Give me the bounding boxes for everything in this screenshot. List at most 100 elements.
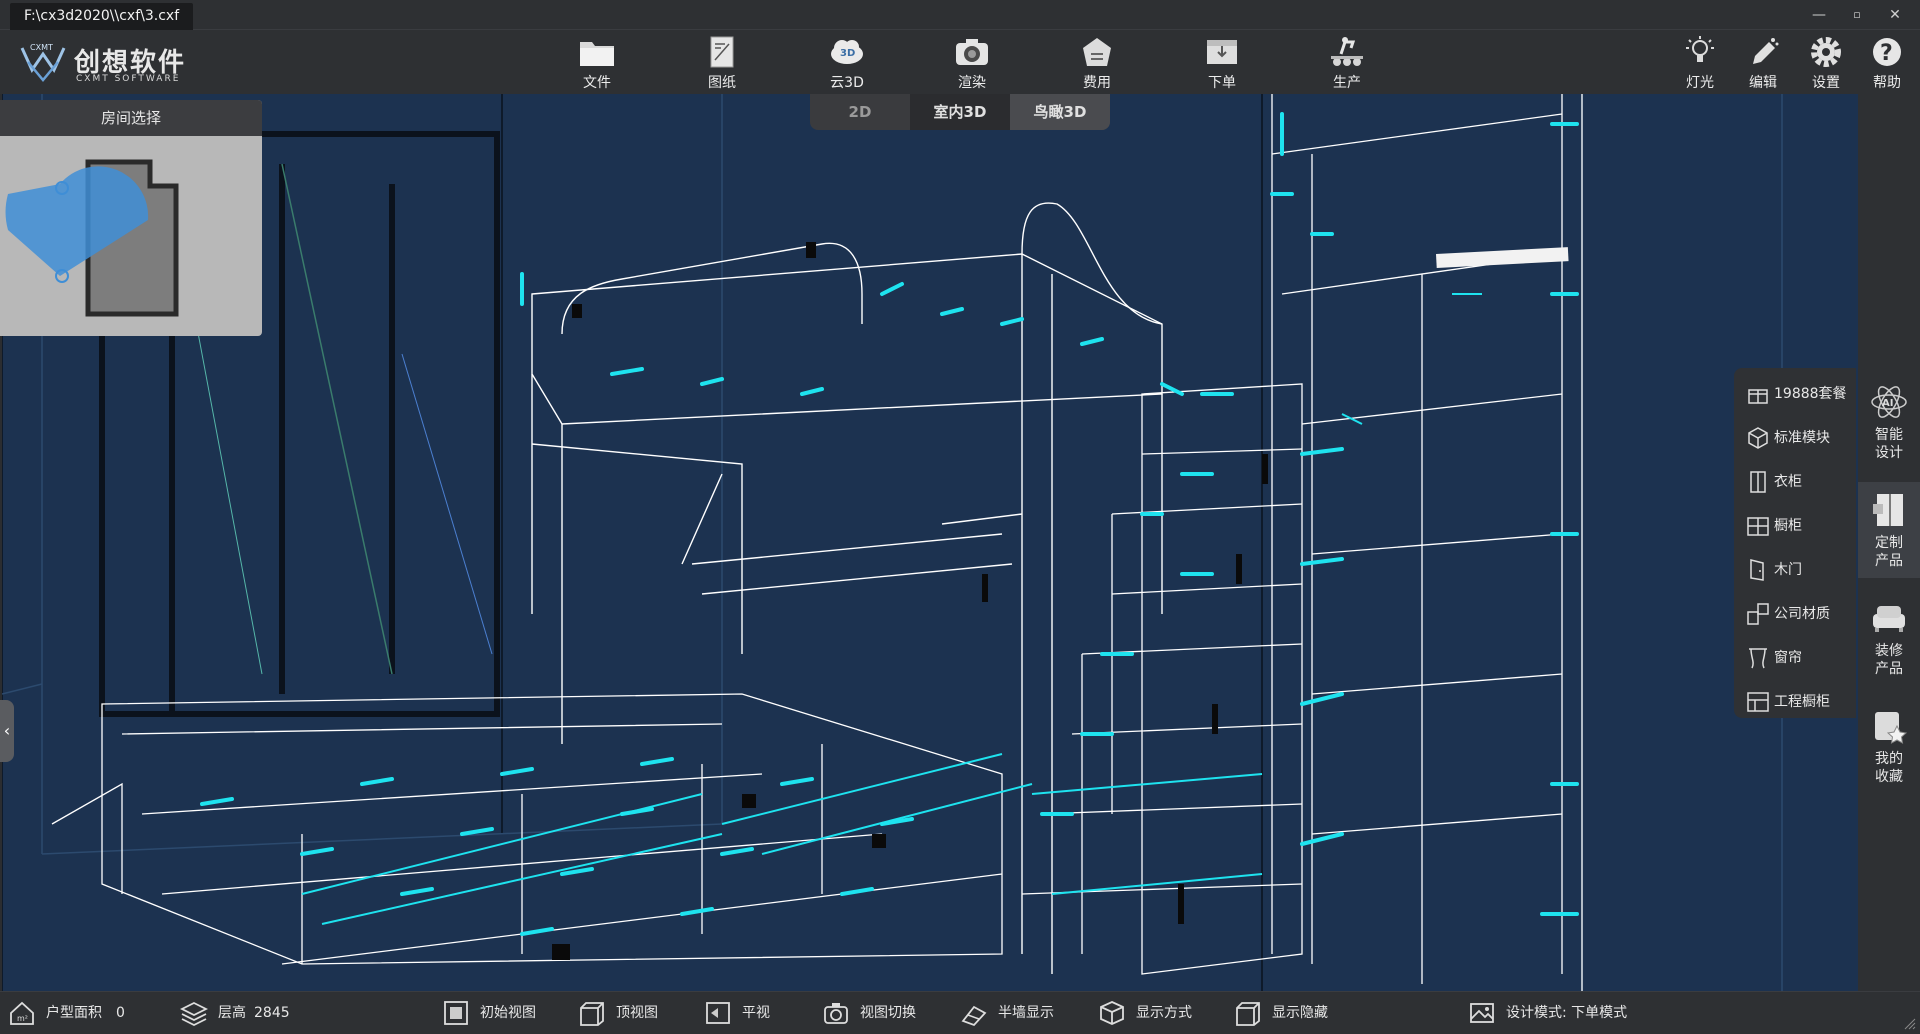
half-wall-label: 半墙显示 [998,1005,1054,1021]
rail-my-favorites[interactable]: 我的 收藏 [1858,698,1920,794]
cost-label: 费用 [1083,75,1111,91]
catalog-item-package[interactable]: 19888套餐 [1746,376,1854,412]
top-view-label: 顶视图 [616,1005,658,1021]
design-mode-readout[interactable]: 设计模式: 下单模式 [1468,998,1627,1028]
view-switch-button[interactable]: 视图切换 [822,998,916,1028]
half-wall-icon [961,1005,987,1027]
room-minimap[interactable] [0,136,262,336]
edit-label: 编辑 [1749,75,1777,91]
drawing-icon [710,36,734,68]
production-button[interactable]: 生产 [1312,34,1382,92]
cloud-3d-icon: 3D [831,40,863,64]
half-wall-button[interactable]: 半墙显示 [960,998,1054,1028]
catalog-label: 公司材质 [1774,606,1830,622]
minimize-button[interactable]: — [1804,4,1834,26]
help-label: 帮助 [1873,75,1901,91]
display-hide-button[interactable]: 显示隐藏 [1234,998,1328,1028]
drawing-button[interactable]: 图纸 [687,34,757,92]
favorite-icon [1875,712,1908,744]
rail-label-line2: 收藏 [1875,769,1903,785]
catalog-item-wardrobe[interactable]: 衣柜 [1746,464,1854,500]
resize-grip-icon[interactable] [1902,1016,1916,1030]
custom-product-icon [1873,494,1903,526]
file-button[interactable]: 文件 [562,34,632,92]
svg-text:3D: 3D [840,48,855,59]
house-area-icon: m² [10,1001,34,1025]
help-button[interactable]: ? 帮助 [1854,34,1920,92]
initial-view-button[interactable]: 初始视图 [442,998,536,1028]
gear-icon [1811,37,1841,67]
handle [806,242,816,258]
collapse-left-button[interactable]: ‹ [0,700,14,762]
top-view-button[interactable]: 顶视图 [578,998,658,1028]
file-tab[interactable]: F:\cx3d2020\\cxf\3.cxf [10,3,194,30]
catalog-item-wood-door[interactable]: 木门 [1746,552,1854,588]
settings-button[interactable]: 设置 [1791,34,1861,92]
rail-smart-design[interactable]: AI 智能 设计 [1858,374,1920,470]
curtain-icon [1749,648,1767,669]
initial-view-label: 初始视图 [480,1005,536,1021]
floor-area-readout: m² 户型面积 0 [8,998,125,1028]
wardrobe-rail [1436,247,1569,268]
project-cabinet-icon [1747,692,1769,712]
svg-text:CXMT: CXMT [30,43,53,52]
restore-button[interactable]: ▫ [1842,4,1872,26]
floor-height-value: 2845 [254,1005,290,1021]
flat-view-button[interactable]: 平视 [704,998,770,1028]
floor-height-readout[interactable]: 层高 2845 [180,998,290,1028]
catalog-item-project-cabinet[interactable]: 工程橱柜 [1746,684,1854,720]
cloud-3d-label: 云3D [830,75,864,91]
catalog-item-standard-module[interactable]: 标准模块 [1746,420,1854,456]
catalog-label: 橱柜 [1774,518,1802,534]
logo-mark-icon: CXMT [20,43,66,82]
close-button[interactable]: ✕ [1880,4,1910,26]
tab-bird-3d[interactable]: 鸟瞰3D [1010,94,1110,130]
door-icon [1750,559,1764,581]
render-button[interactable]: 渲染 [937,34,1007,92]
catalog-item-curtain[interactable]: 窗帘 [1746,640,1854,676]
cube-icon [1748,427,1768,449]
rail-label-line2: 产品 [1875,553,1903,569]
rail-label-line1: 装修 [1875,643,1903,659]
sofa-icon [1873,606,1905,632]
light-button[interactable]: 灯光 [1665,34,1735,92]
edit-icon [1753,38,1779,64]
cube-icon [1100,1001,1124,1025]
order-label: 下单 [1208,75,1236,91]
floor-area-value: 0 [116,1005,125,1021]
floor-area-label: 户型面积 [46,1005,102,1021]
tab-indoor-3d[interactable]: 室内3D [910,94,1010,130]
tab-2d[interactable]: 2D [810,94,910,130]
order-icon [1207,40,1237,64]
ai-icon: AI [1871,386,1907,418]
order-button[interactable]: 下单 [1187,34,1257,92]
room-selector-panel: 房间选择 [0,100,262,336]
edit-button[interactable]: 编辑 [1728,34,1798,92]
3d-viewport[interactable] [2,94,1858,991]
catalog-label: 标准模块 [1774,430,1830,446]
rail-custom-product[interactable]: 定制 产品 [1858,482,1920,578]
production-label: 生产 [1333,75,1361,91]
gift-icon [1748,389,1768,404]
initial-view-icon [444,1001,468,1025]
catalog-item-company-material[interactable]: 公司材质 [1746,596,1854,632]
logo-text-en: CXMT SOFTWARE [76,74,181,84]
rail-decor-product[interactable]: 装修 产品 [1858,590,1920,686]
svg-text:?: ? [1880,41,1893,66]
catalog-label: 19888套餐 [1774,386,1847,402]
display-mode-button[interactable]: 显示方式 [1098,998,1192,1028]
floor-height-label: 层高 [218,1005,246,1021]
top-view-icon [580,1002,604,1026]
light-label: 灯光 [1686,75,1714,91]
light-icon [1686,36,1714,62]
logo: CXMT 创想软件 CXMT SOFTWARE [18,36,218,88]
production-icon [1331,37,1363,66]
catalog-item-cabinet[interactable]: 橱柜 [1746,508,1854,544]
display-mode-label: 显示方式 [1136,1005,1192,1021]
flat-view-icon [706,1002,730,1024]
cloud-3d-button[interactable]: 3D 云3D [812,34,882,92]
cabinet-icon [1747,517,1769,536]
catalog-label: 衣柜 [1774,474,1802,490]
cost-button[interactable]: 费用 [1062,34,1132,92]
settings-label: 设置 [1812,75,1840,91]
